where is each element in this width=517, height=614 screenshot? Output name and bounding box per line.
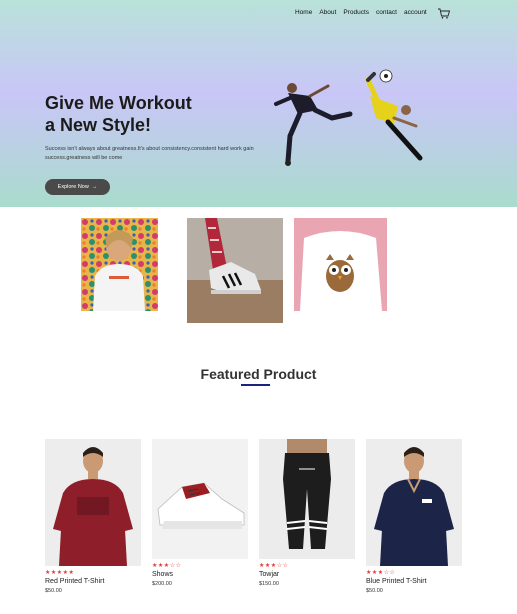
explore-now-button[interactable]: Explore Now → bbox=[45, 179, 110, 195]
product-price: $150.00 bbox=[259, 581, 279, 587]
product-name[interactable]: Blue Printed T-Shirt bbox=[366, 578, 462, 585]
product-card[interactable]: ★★★☆☆ Towjar $150.00 bbox=[259, 439, 355, 587]
hero-title: Give Me Workout a New Style! bbox=[45, 92, 192, 136]
category-shoes-image[interactable] bbox=[187, 218, 283, 323]
product-name[interactable]: Shows bbox=[152, 571, 248, 578]
rating-stars: ★★★★★ bbox=[45, 570, 75, 576]
joggers-image[interactable] bbox=[259, 439, 355, 559]
product-card[interactable]: ★★★☆☆ Blue Printed T-Shirt $50.00 bbox=[366, 439, 462, 594]
hero-title-line-2: a New Style! bbox=[45, 115, 152, 135]
football-players-image bbox=[274, 69, 423, 166]
product-card[interactable]: ★★★★★ Red Printed T-Shirt $50.00 bbox=[45, 439, 141, 594]
product-price: $50.00 bbox=[366, 588, 383, 594]
main-nav: Home About Products contact account bbox=[295, 9, 427, 16]
explore-now-label: Explore Now bbox=[57, 184, 89, 190]
hero-title-line-1: Give Me Workout bbox=[45, 93, 192, 113]
hero-banner: Home About Products contact account Give… bbox=[0, 0, 517, 207]
product-name[interactable]: Towjar bbox=[259, 571, 355, 578]
hero-subtitle: Success isn't always about greatness.It'… bbox=[45, 146, 254, 161]
product-card[interactable]: ★★★☆☆ Shows $200.00 bbox=[152, 439, 248, 587]
product-name[interactable]: Red Printed T-Shirt bbox=[45, 578, 141, 585]
featured-product-heading: Featured Product bbox=[200, 366, 317, 382]
heading-underline bbox=[241, 384, 270, 386]
category-owl-tshirt-image[interactable] bbox=[294, 218, 387, 311]
red-tshirt-image[interactable] bbox=[45, 439, 141, 566]
rating-stars: ★★★☆☆ bbox=[366, 570, 396, 576]
product-price: $200.00 bbox=[152, 581, 172, 587]
cart-icon[interactable] bbox=[437, 7, 451, 19]
rating-stars: ★★★☆☆ bbox=[259, 563, 289, 569]
nav-account[interactable]: account bbox=[404, 9, 427, 16]
nav-products[interactable]: Products bbox=[343, 9, 369, 16]
nav-contact[interactable]: contact bbox=[376, 9, 397, 16]
nav-about[interactable]: About bbox=[319, 9, 336, 16]
category-tshirt-image[interactable] bbox=[81, 218, 158, 311]
product-price: $50.00 bbox=[45, 588, 62, 594]
shoes-image[interactable] bbox=[152, 439, 248, 559]
arrow-right-icon: → bbox=[91, 184, 98, 190]
nav-home[interactable]: Home bbox=[295, 9, 312, 16]
blue-tshirt-image[interactable] bbox=[366, 439, 462, 566]
rating-stars: ★★★☆☆ bbox=[152, 563, 182, 569]
